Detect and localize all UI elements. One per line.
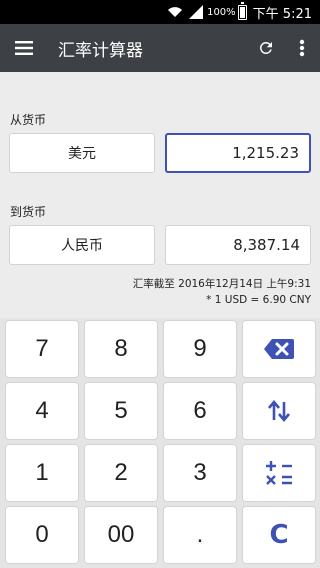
to-amount-field[interactable]: 8,387.14 [165,225,311,265]
battery-percent: 100% [207,6,236,18]
signal-icon [189,5,204,19]
menu-icon [15,41,33,55]
rate-updated-text: 汇率截至 2016年12月14日 上午9:31 [132,278,311,290]
app-bar: 汇率计算器 [0,24,320,72]
clear-key[interactable]: C [242,506,316,564]
key-7[interactable]: 7 [5,320,79,378]
backspace-icon [264,339,294,359]
battery-icon [237,1,247,20]
key-6[interactable]: 6 [163,382,237,440]
key-4[interactable]: 4 [5,382,79,440]
operators-icon [266,461,292,485]
status-time: 下午 5:21 [252,6,312,22]
key-9[interactable]: 9 [163,320,237,378]
overflow-menu-button[interactable] [284,24,320,72]
key-5[interactable]: 5 [84,382,158,440]
key-decimal[interactable]: . [163,506,237,564]
to-currency-button[interactable]: 人民币 [9,225,155,265]
keypad: 7 8 9 4 5 6 1 2 3 0 00 . C [0,318,320,568]
key-00[interactable]: 00 [84,506,158,564]
key-8[interactable]: 8 [84,320,158,378]
menu-button[interactable] [0,24,48,72]
from-amount-field[interactable]: 1,215.23 [165,133,311,173]
rate-text: * 1 USD = 6.90 CNY [206,294,311,306]
key-3[interactable]: 3 [163,444,237,502]
key-2[interactable]: 2 [84,444,158,502]
from-currency-label: 从货币 [10,113,47,127]
from-currency-button[interactable]: 美元 [9,133,155,173]
refresh-icon [259,41,272,54]
swap-icon [268,399,290,423]
status-bar: 100% 下午 5:21 [0,0,320,24]
key-0[interactable]: 0 [5,506,79,564]
backspace-key[interactable] [242,320,316,378]
more-vert-icon [299,39,305,57]
operators-key[interactable] [242,444,316,502]
refresh-button[interactable] [248,24,284,72]
wifi-icon [168,7,183,17]
to-currency-label: 到货币 [10,205,47,219]
swap-key[interactable] [242,382,316,440]
app-title: 汇率计算器 [58,40,143,61]
key-1[interactable]: 1 [5,444,79,502]
